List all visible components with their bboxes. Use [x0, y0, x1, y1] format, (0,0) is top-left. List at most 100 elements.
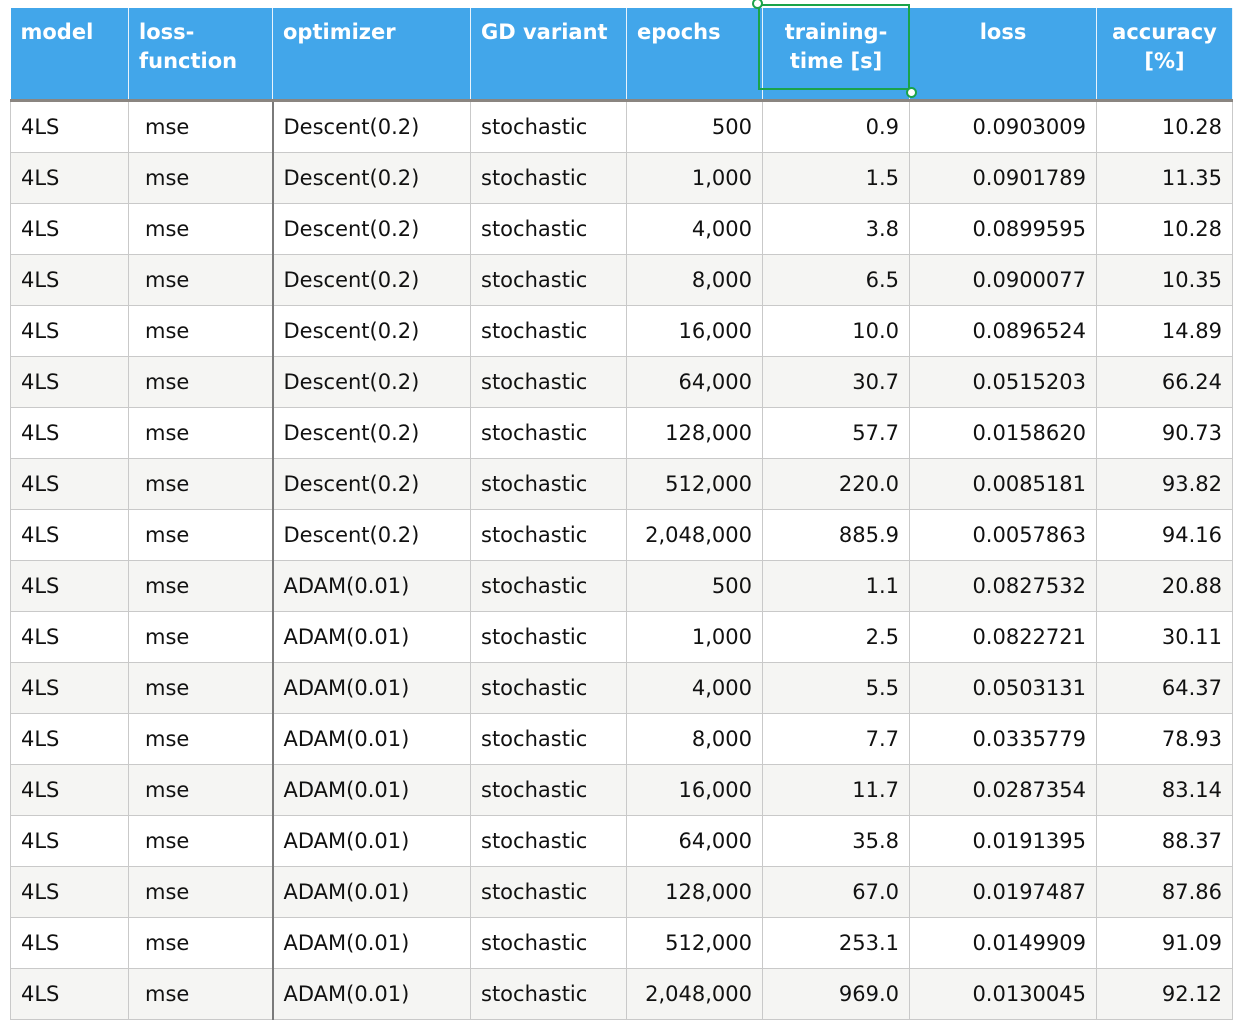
cell-epochs[interactable]: 8,000 — [626, 713, 763, 765]
cell-accuracy[interactable]: 30.11 — [1096, 611, 1233, 663]
header-loss[interactable]: loss — [909, 8, 1097, 101]
cell-optimizer[interactable]: ADAM(0.01) — [272, 866, 471, 918]
cell-model[interactable]: 4LS — [10, 713, 129, 765]
cell-optimizer[interactable]: ADAM(0.01) — [272, 815, 471, 867]
cell-loss-function[interactable]: mse — [128, 560, 274, 612]
cell-optimizer[interactable]: Descent(0.2) — [272, 203, 471, 255]
cell-model[interactable]: 4LS — [10, 764, 129, 816]
cell-accuracy[interactable]: 90.73 — [1096, 407, 1233, 459]
cell-gd-variant[interactable]: stochastic — [470, 917, 627, 969]
cell-accuracy[interactable]: 10.28 — [1096, 203, 1233, 255]
cell-training-time[interactable]: 969.0 — [762, 968, 910, 1020]
cell-model[interactable]: 4LS — [10, 509, 129, 561]
cell-loss-function[interactable]: mse — [128, 509, 274, 561]
cell-training-time[interactable]: 11.7 — [762, 764, 910, 816]
cell-training-time[interactable]: 1.1 — [762, 560, 910, 612]
cell-loss-function[interactable]: mse — [128, 866, 274, 918]
cell-epochs[interactable]: 512,000 — [626, 917, 763, 969]
cell-loss[interactable]: 0.0827532 — [909, 560, 1097, 612]
cell-accuracy[interactable]: 92.12 — [1096, 968, 1233, 1020]
cell-optimizer[interactable]: ADAM(0.01) — [272, 662, 471, 714]
cell-model[interactable]: 4LS — [10, 356, 129, 408]
cell-loss[interactable]: 0.0287354 — [909, 764, 1097, 816]
cell-epochs[interactable]: 1,000 — [626, 152, 763, 204]
cell-gd-variant[interactable]: stochastic — [470, 509, 627, 561]
cell-training-time[interactable]: 1.5 — [762, 152, 910, 204]
cell-loss[interactable]: 0.0901789 — [909, 152, 1097, 204]
cell-accuracy[interactable]: 11.35 — [1096, 152, 1233, 204]
cell-loss[interactable]: 0.0896524 — [909, 305, 1097, 357]
cell-accuracy[interactable]: 78.93 — [1096, 713, 1233, 765]
cell-accuracy[interactable]: 64.37 — [1096, 662, 1233, 714]
cell-accuracy[interactable]: 14.89 — [1096, 305, 1233, 357]
cell-optimizer[interactable]: Descent(0.2) — [272, 458, 471, 510]
cell-loss[interactable]: 0.0822721 — [909, 611, 1097, 663]
cell-loss[interactable]: 0.0085181 — [909, 458, 1097, 510]
cell-optimizer[interactable]: Descent(0.2) — [272, 152, 471, 204]
cell-loss-function[interactable]: mse — [128, 254, 274, 306]
cell-training-time[interactable]: 253.1 — [762, 917, 910, 969]
cell-model[interactable]: 4LS — [10, 203, 129, 255]
cell-gd-variant[interactable]: stochastic — [470, 458, 627, 510]
cell-loss[interactable]: 0.0900077 — [909, 254, 1097, 306]
cell-accuracy[interactable]: 10.28 — [1096, 100, 1233, 153]
cell-training-time[interactable]: 220.0 — [762, 458, 910, 510]
cell-epochs[interactable]: 8,000 — [626, 254, 763, 306]
cell-loss-function[interactable]: mse — [128, 305, 274, 357]
cell-epochs[interactable]: 500 — [626, 100, 763, 153]
header-epochs[interactable]: epochs — [626, 8, 763, 101]
selection-handle-bottom-right[interactable] — [906, 87, 917, 98]
cell-loss-function[interactable]: mse — [128, 662, 274, 714]
cell-optimizer[interactable]: ADAM(0.01) — [272, 968, 471, 1020]
cell-epochs[interactable]: 500 — [626, 560, 763, 612]
header-optimizer[interactable]: optimizer — [272, 8, 471, 101]
cell-accuracy[interactable]: 93.82 — [1096, 458, 1233, 510]
cell-loss-function[interactable]: mse — [128, 458, 274, 510]
cell-model[interactable]: 4LS — [10, 662, 129, 714]
cell-gd-variant[interactable]: stochastic — [470, 611, 627, 663]
cell-training-time[interactable]: 6.5 — [762, 254, 910, 306]
cell-epochs[interactable]: 2,048,000 — [626, 968, 763, 1020]
cell-loss-function[interactable]: mse — [128, 917, 274, 969]
cell-loss-function[interactable]: mse — [128, 356, 274, 408]
header-training-time[interactable]: training- time [s] — [762, 8, 910, 101]
cell-training-time[interactable]: 0.9 — [762, 100, 910, 153]
header-model[interactable]: model — [10, 8, 129, 101]
cell-loss[interactable]: 0.0899595 — [909, 203, 1097, 255]
cell-loss[interactable]: 0.0515203 — [909, 356, 1097, 408]
cell-training-time[interactable]: 2.5 — [762, 611, 910, 663]
cell-loss-function[interactable]: mse — [128, 713, 274, 765]
cell-model[interactable]: 4LS — [10, 815, 129, 867]
cell-loss-function[interactable]: mse — [128, 815, 274, 867]
cell-accuracy[interactable]: 91.09 — [1096, 917, 1233, 969]
cell-gd-variant[interactable]: stochastic — [470, 815, 627, 867]
cell-loss[interactable]: 0.0057863 — [909, 509, 1097, 561]
cell-loss[interactable]: 0.0903009 — [909, 100, 1097, 153]
cell-training-time[interactable]: 67.0 — [762, 866, 910, 918]
cell-training-time[interactable]: 35.8 — [762, 815, 910, 867]
cell-training-time[interactable]: 30.7 — [762, 356, 910, 408]
cell-loss[interactable]: 0.0503131 — [909, 662, 1097, 714]
cell-loss-function[interactable]: mse — [128, 203, 274, 255]
cell-optimizer[interactable]: Descent(0.2) — [272, 407, 471, 459]
cell-gd-variant[interactable]: stochastic — [470, 764, 627, 816]
cell-gd-variant[interactable]: stochastic — [470, 100, 627, 153]
cell-epochs[interactable]: 4,000 — [626, 662, 763, 714]
cell-accuracy[interactable]: 88.37 — [1096, 815, 1233, 867]
cell-model[interactable]: 4LS — [10, 866, 129, 918]
cell-training-time[interactable]: 5.5 — [762, 662, 910, 714]
header-accuracy[interactable]: accuracy [%] — [1096, 8, 1233, 101]
cell-model[interactable]: 4LS — [10, 968, 129, 1020]
cell-model[interactable]: 4LS — [10, 100, 129, 153]
cell-optimizer[interactable]: ADAM(0.01) — [272, 713, 471, 765]
cell-epochs[interactable]: 64,000 — [626, 356, 763, 408]
cell-loss[interactable]: 0.0158620 — [909, 407, 1097, 459]
cell-gd-variant[interactable]: stochastic — [470, 560, 627, 612]
cell-training-time[interactable]: 10.0 — [762, 305, 910, 357]
cell-loss-function[interactable]: mse — [128, 152, 274, 204]
cell-model[interactable]: 4LS — [10, 305, 129, 357]
cell-training-time[interactable]: 885.9 — [762, 509, 910, 561]
cell-epochs[interactable]: 2,048,000 — [626, 509, 763, 561]
cell-gd-variant[interactable]: stochastic — [470, 203, 627, 255]
cell-gd-variant[interactable]: stochastic — [470, 407, 627, 459]
